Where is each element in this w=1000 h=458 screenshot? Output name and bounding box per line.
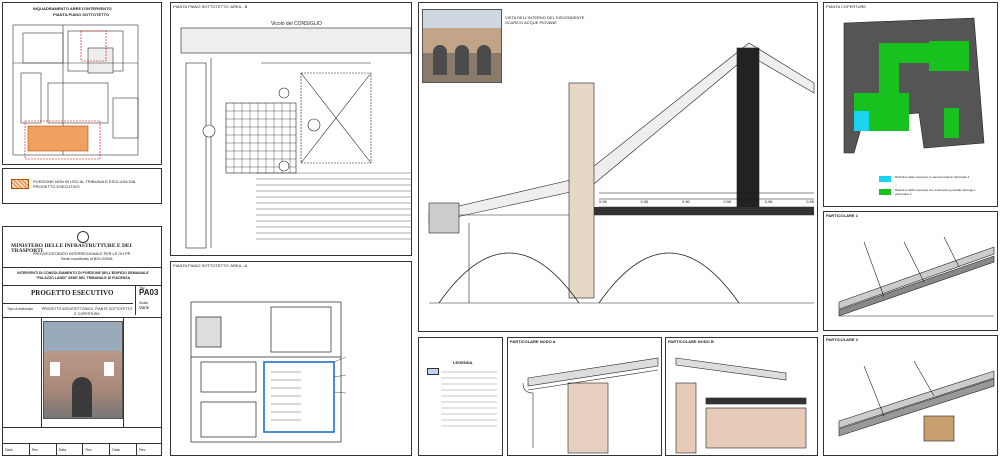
cyan-swatch [879,176,891,182]
dimension-label: 0,95 [806,199,814,204]
legenda-lines [441,371,497,427]
subject-label: Tipo di elaborato [7,307,33,311]
dimension-label: 0,96 [640,199,649,204]
emblem-icon [77,231,89,243]
footer-label: Data [110,444,138,455]
section-marker-a-icon [278,87,290,99]
dimension-label: 0,96 [764,199,773,204]
intervention: INTERVENTI DI CONSOLIDAMENTO DI PORZIONE… [17,271,149,280]
inquadramento-plan [12,24,139,160]
coperture-legend: Ripristino delle coperture in elementi l… [879,175,994,198]
nodo-b-drawing [675,357,807,454]
nodo-b-panel: PARTICOLARE NODO B [665,337,818,456]
office: PROVVEDITORATO INTERREGIONALE PER LE OO.… [33,252,131,256]
pianta-a-drawing [190,301,347,443]
legend-item: Ripristino delle coperture in elementi l… [895,175,970,179]
footer-label: Rev [30,444,57,455]
subject: PROGETTO ARCHITETTONICO, PIANTE SOTTOTET… [41,307,133,316]
legend-item: Ripristino della copertura con sostituzi… [895,188,976,196]
section-marker-b-icon [202,124,216,138]
particolare-2-drawing [838,360,995,442]
particolare-1-drawing [838,236,995,317]
pianta-coperture-panel: PIANTA COPERTURE Ripristino delle copert… [823,2,998,207]
section-panel: VISTA DELL'INTERNO DEL DISCENDENTE SCARI… [418,2,818,332]
nodo-a-panel: PARTICOLARE NODO A [507,337,662,456]
dimension-label: 0,96 [681,199,690,204]
footer-label: Rev [83,444,111,455]
seat: Sede coordinata di BOLOGNA [61,257,113,261]
pianta-a-panel: PIANTA PIANO SOTTOTETTO: AREA - A [170,261,412,456]
section-marker-b-icon [307,118,321,132]
particolare-2-panel: PARTICOLARE 2 [823,335,998,456]
particolare-1-panel: PARTICOLARE 1 [823,211,998,331]
nodo-a-drawing [522,357,659,454]
section-marker-a-icon [278,160,290,172]
pianta-b-panel: PIANTA PIANO SOTTOTETTO: AREA - B Vicolo… [170,2,412,256]
revision-footer: Data Rev Data Rev Data Rev [3,443,161,455]
title-block: MINISTERO DELLE INFRASTRUTTURE E DEI TRA… [2,226,162,456]
table-code: PA03 [139,288,159,297]
footer-label: Data [57,444,84,455]
area-a-highlight [27,125,89,152]
scale-value: Varie [139,305,150,310]
green-swatch [879,189,891,195]
inquadramento-legend: PORZIONE NON IN USO AL TRIBUNALE ESCLUSA… [2,168,162,204]
building-photo [43,321,123,419]
dimension-label: 0,96 [723,199,732,204]
legend-text: PORZIONE NON IN USO AL TRIBUNALE ESCLUSA… [33,179,137,189]
roof-section-drawing [428,42,815,304]
footer-label: Data [3,444,30,455]
phase: PROGETTO ESECUTIVO [31,289,114,297]
stair-highlight [263,361,335,433]
legenda-panel: LEGENDA [418,337,503,456]
footer-label: Rev [139,448,146,452]
pianta-b-drawing [180,27,411,249]
inquadramento-panel: INQUADRAMENTO AREE D'INTERVENTO PIANTA P… [2,2,162,165]
legend-swatch [11,179,29,189]
section-dimensions: 0,96 0,96 0,96 0,96 0,96 0,95 [599,199,814,204]
dimension-label: 0,96 [599,199,607,204]
